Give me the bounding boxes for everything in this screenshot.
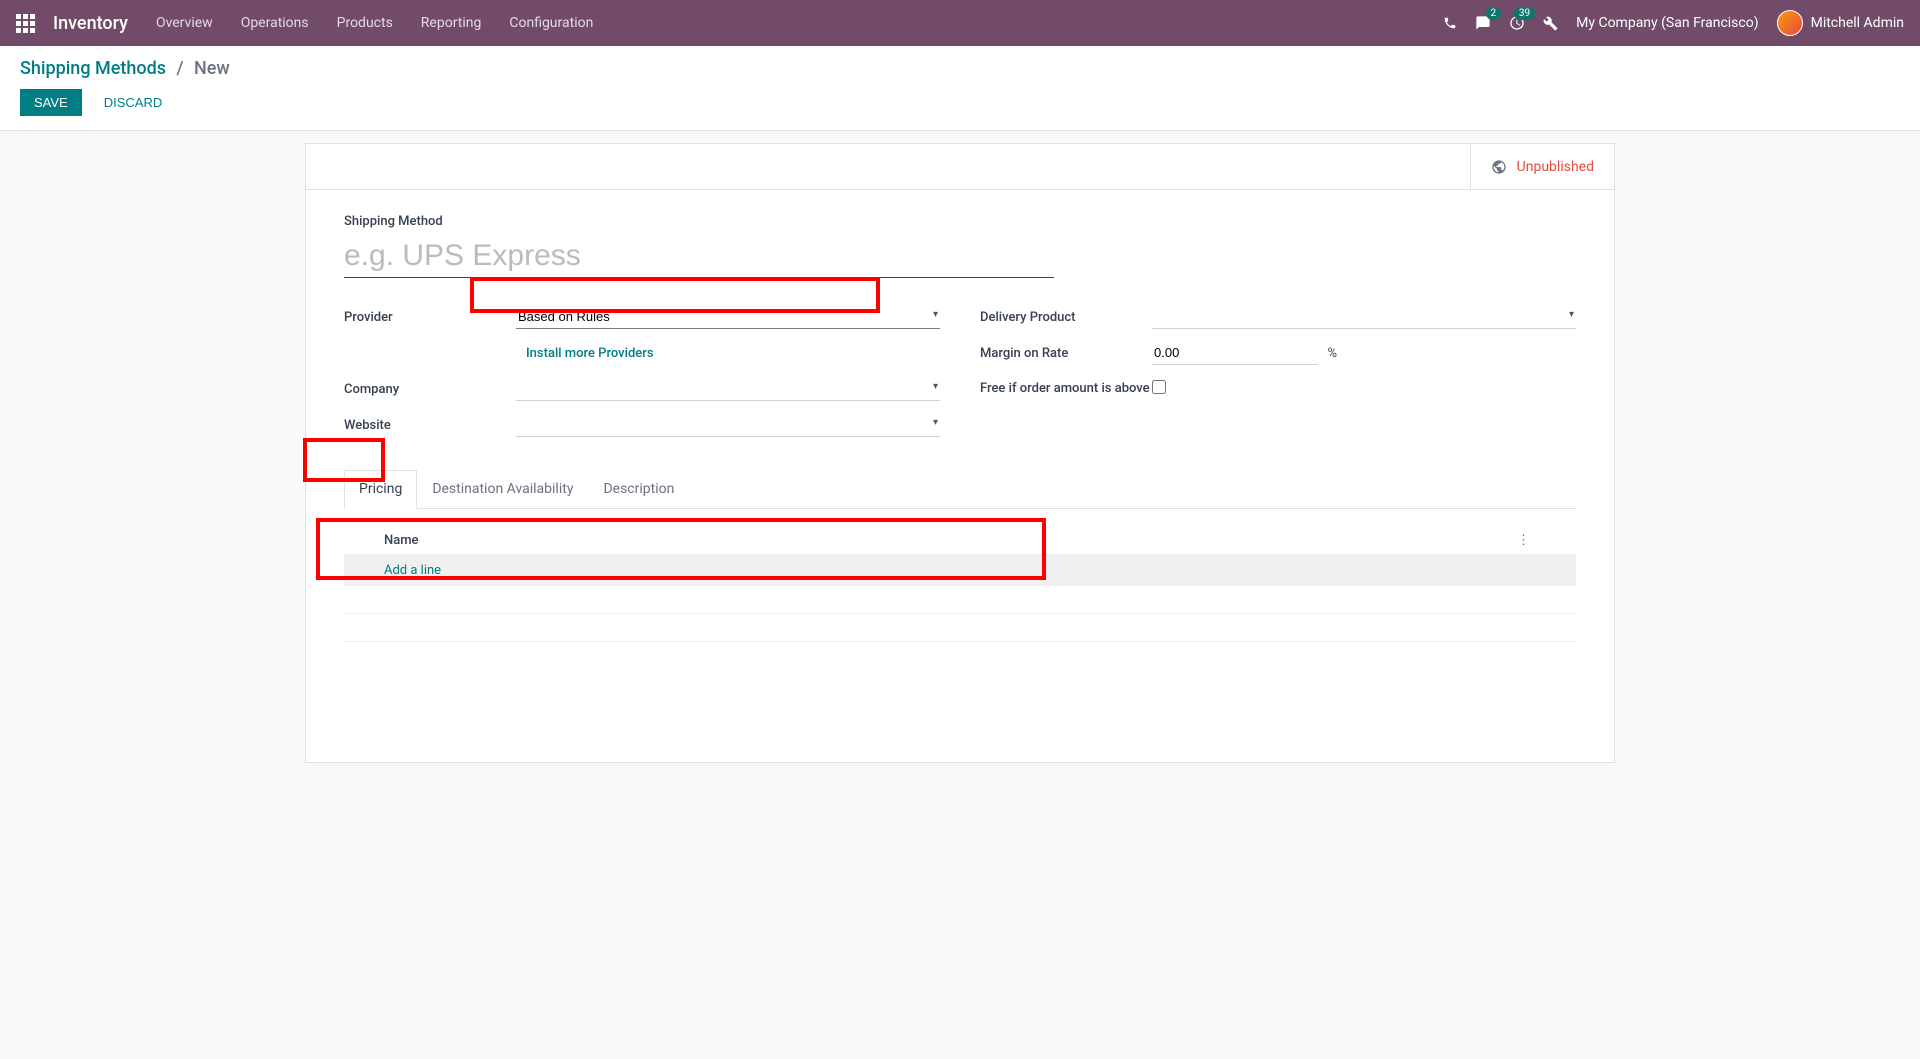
delivery-product-select[interactable] xyxy=(1152,305,1576,329)
kebab-icon[interactable]: ⋮ xyxy=(1511,533,1536,548)
margin-input[interactable] xyxy=(1152,341,1318,365)
globe-icon xyxy=(1491,158,1507,174)
nav-configuration[interactable]: Configuration xyxy=(509,15,593,31)
website-select[interactable] xyxy=(516,413,940,437)
tab-destination[interactable]: Destination Availability xyxy=(417,470,588,508)
unpublished-toggle[interactable]: Unpublished xyxy=(1470,144,1614,189)
top-navbar: Inventory Overview Operations Products R… xyxy=(0,0,1920,46)
company-selector[interactable]: My Company (San Francisco) xyxy=(1576,15,1758,31)
empty-row xyxy=(344,586,1576,614)
app-brand[interactable]: Inventory xyxy=(53,13,128,34)
empty-row xyxy=(344,614,1576,642)
provider-select[interactable]: Based on Rules xyxy=(516,305,940,329)
navbar-right: 2 39 My Company (San Francisco) Mitchell… xyxy=(1443,10,1904,36)
col-name: Name xyxy=(384,533,1511,548)
user-name: Mitchell Admin xyxy=(1811,15,1904,31)
tab-pricing[interactable]: Pricing xyxy=(344,470,417,509)
avatar xyxy=(1777,10,1803,36)
chat-badge: 2 xyxy=(1486,7,1502,20)
breadcrumb-parent[interactable]: Shipping Methods xyxy=(20,58,166,79)
company-label: Company xyxy=(344,382,516,397)
action-bar: Shipping Methods / New SAVE DISCARD xyxy=(0,46,1920,131)
nav-overview[interactable]: Overview xyxy=(156,15,213,31)
add-line-link[interactable]: Add a line xyxy=(384,563,441,578)
tools-icon[interactable] xyxy=(1543,15,1558,31)
tab-description[interactable]: Description xyxy=(588,470,689,508)
tabs: Pricing Destination Availability Descrip… xyxy=(344,470,1576,509)
nav-reporting[interactable]: Reporting xyxy=(421,15,482,31)
unpublished-label: Unpublished xyxy=(1517,159,1594,175)
shipping-method-label: Shipping Method xyxy=(344,214,1576,229)
breadcrumb: Shipping Methods / New xyxy=(20,58,1900,79)
nav-links: Overview Operations Products Reporting C… xyxy=(156,15,593,31)
chat-icon[interactable]: 2 xyxy=(1475,15,1491,31)
delivery-product-label: Delivery Product xyxy=(980,310,1152,325)
nav-products[interactable]: Products xyxy=(337,15,393,31)
provider-label: Provider xyxy=(344,310,516,325)
activity-icon[interactable]: 39 xyxy=(1509,15,1525,31)
apps-icon[interactable] xyxy=(16,14,35,33)
website-label: Website xyxy=(344,418,516,433)
discard-button[interactable]: DISCARD xyxy=(94,89,173,116)
save-button[interactable]: SAVE xyxy=(20,89,82,116)
company-select[interactable] xyxy=(516,377,940,401)
install-providers-link[interactable]: Install more Providers xyxy=(526,346,654,361)
phone-icon[interactable] xyxy=(1443,15,1457,31)
user-menu[interactable]: Mitchell Admin xyxy=(1777,10,1904,36)
shipping-method-input[interactable] xyxy=(344,235,1054,278)
margin-unit: % xyxy=(1327,346,1337,361)
tab-content-pricing: Name ⋮ Add a line xyxy=(344,509,1576,642)
margin-label: Margin on Rate xyxy=(980,346,1152,361)
form-sheet: Unpublished Shipping Method Provider Bas… xyxy=(305,143,1615,763)
free-above-label: Free if order amount is above xyxy=(980,381,1152,398)
breadcrumb-current: New xyxy=(194,58,230,79)
free-above-checkbox[interactable] xyxy=(1152,380,1166,394)
nav-operations[interactable]: Operations xyxy=(241,15,309,31)
activity-badge: 39 xyxy=(1514,7,1535,20)
